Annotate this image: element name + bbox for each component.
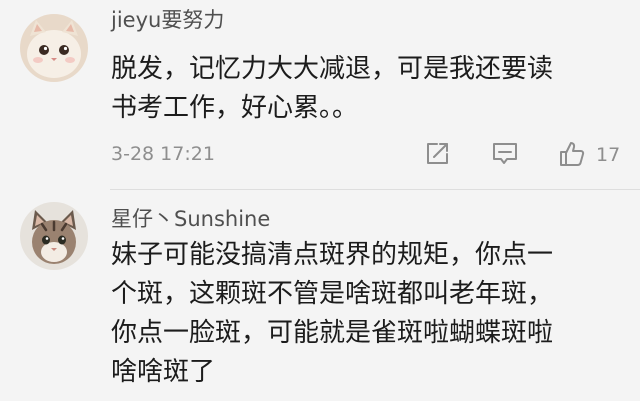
reply-button[interactable] xyxy=(488,137,522,171)
username[interactable]: jieyu要努力 xyxy=(111,10,224,31)
timestamp: 3-28 17:21 xyxy=(111,143,215,165)
like-button[interactable] xyxy=(555,137,589,171)
avatar[interactable] xyxy=(20,14,88,82)
comment-item: jieyu要努力 脱发，记忆力大大减退，可是我还要读 书考工作，好心累。。 3-… xyxy=(0,0,640,190)
cat-avatar-icon xyxy=(20,14,88,82)
comment-item: 星仔丶Sunshine 妹子可能没搞清点斑界的规矩，你点一 个斑，这颗斑不管是啥… xyxy=(0,190,640,401)
username[interactable]: 星仔丶Sunshine xyxy=(111,209,270,230)
avatar[interactable] xyxy=(20,202,88,270)
tabby-cat-avatar-icon xyxy=(20,202,88,270)
comment-text: 妹子可能没搞清点斑界的规矩，你点一 个斑，这颗斑不管是啥斑都叫老年斑， 你点一脸… xyxy=(111,240,554,387)
comment-icon xyxy=(493,143,517,164)
comment-text: 脱发，记忆力大大减退，可是我还要读 书考工作，好心累。。 xyxy=(111,54,554,123)
share-button[interactable] xyxy=(420,137,454,171)
thumbs-up-icon xyxy=(560,142,585,166)
share-icon xyxy=(427,143,448,164)
like-count: 17 xyxy=(596,144,621,166)
